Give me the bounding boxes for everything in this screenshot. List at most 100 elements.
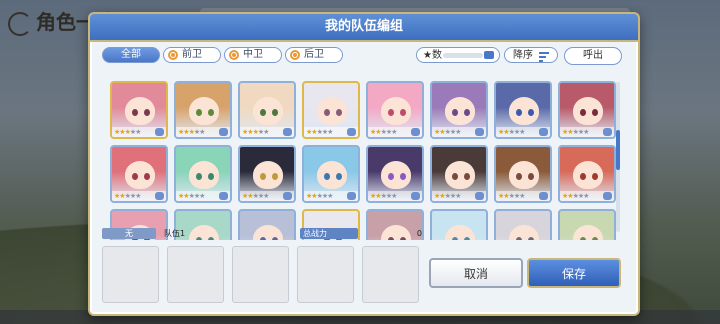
sort-dropdown[interactable]: ★数 — [416, 47, 500, 63]
star-icon: ★ — [135, 192, 141, 200]
party-info-bar: 无 队伍1 总战力 0 — [102, 228, 424, 239]
character-card[interactable]: ★★★★★ — [238, 145, 296, 203]
portrait-eye — [272, 109, 278, 116]
character-portrait — [381, 161, 411, 189]
tab-vanguard-label: 前卫 — [182, 49, 202, 60]
portrait-eye — [400, 109, 406, 116]
character-portrait — [125, 161, 155, 189]
portrait-eye — [388, 173, 394, 180]
portrait-eye — [516, 109, 522, 116]
portrait-eye — [580, 173, 586, 180]
star-icon: ★ — [583, 128, 589, 136]
save-button[interactable]: 保存 — [527, 258, 621, 288]
portrait-eye — [516, 237, 522, 240]
list-scrollbar[interactable] — [616, 82, 620, 232]
character-card[interactable]: ★★★★★ — [430, 209, 488, 240]
star-icon: ★ — [263, 192, 269, 200]
portrait-eye — [132, 173, 138, 180]
party-tag: 无 — [102, 228, 156, 239]
portrait-eye — [580, 237, 586, 240]
rank-badge-icon — [475, 128, 484, 136]
portrait-eye — [464, 109, 470, 116]
portrait-eye — [388, 109, 394, 116]
tab-rearguard[interactable]: 后卫 — [285, 47, 343, 63]
character-portrait — [573, 225, 603, 240]
character-portrait — [189, 161, 219, 189]
character-card[interactable]: ★★★★★ — [110, 81, 168, 139]
portrait-eye — [324, 173, 330, 180]
tab-rearguard-label: 后卫 — [304, 49, 324, 60]
character-portrait — [445, 161, 475, 189]
total-power-label: 总战力 — [300, 228, 358, 239]
party-slot[interactable] — [102, 246, 159, 303]
character-card[interactable]: ★★★★★ — [366, 81, 424, 139]
rank-badge-icon — [283, 128, 292, 136]
position-ring-icon — [290, 50, 300, 60]
star-icon: ★ — [583, 192, 589, 200]
character-card[interactable]: ★★★★★ — [174, 81, 232, 139]
character-card[interactable]: ★★★★★ — [558, 145, 616, 203]
party-slot[interactable] — [167, 246, 224, 303]
rank-badge-icon — [603, 192, 612, 200]
party-slot[interactable] — [297, 246, 354, 303]
position-ring-icon — [168, 50, 178, 60]
star-icon: ★ — [519, 192, 525, 200]
character-card[interactable]: ★★★★★ — [558, 209, 616, 240]
tab-midguard[interactable]: 中卫 — [224, 47, 282, 63]
character-card[interactable]: ★★★★★ — [430, 81, 488, 139]
rank-badge-icon — [219, 192, 228, 200]
call-button[interactable]: 呼出 — [564, 47, 622, 65]
rank-badge-icon — [539, 128, 548, 136]
party-slot[interactable] — [362, 246, 419, 303]
character-portrait — [445, 225, 475, 240]
character-list[interactable]: ★★★★★ ★★★★★ ★★★★★ ★★★★★ ★★★★★ ★★★★★ ★★★★★ ★★★★★… — [102, 70, 622, 240]
character-card[interactable]: ★★★★★ — [110, 145, 168, 203]
position-ring-icon — [229, 50, 239, 60]
dropdown-icon — [484, 51, 494, 59]
character-card[interactable]: ★★★★★ — [558, 81, 616, 139]
portrait-eye — [464, 173, 470, 180]
tab-all[interactable]: 全部 — [102, 47, 160, 63]
portrait-eye — [132, 109, 138, 116]
star-icon: ★ — [455, 192, 461, 200]
star-icon: ★ — [455, 128, 461, 136]
character-card[interactable]: ★★★★★ — [302, 81, 360, 139]
scrollbar-thumb[interactable] — [616, 130, 620, 170]
tab-vanguard[interactable]: 前卫 — [163, 47, 221, 63]
portrait-eye — [592, 109, 598, 116]
portrait-eye — [272, 173, 278, 180]
portrait-eye — [528, 237, 534, 240]
filter-bar: 全部 前卫 中卫 后卫 ★数 降序 呼出 — [102, 47, 626, 65]
portrait-eye — [208, 173, 214, 180]
character-card[interactable]: ★★★★★ — [302, 145, 360, 203]
character-card[interactable]: ★★★★★ — [238, 81, 296, 139]
portrait-eye — [208, 109, 214, 116]
portrait-eye — [260, 173, 266, 180]
portrait-eye — [464, 237, 470, 240]
rank-badge-icon — [411, 192, 420, 200]
character-card[interactable]: ★★★★★ — [494, 209, 552, 240]
character-card[interactable]: ★★★★★ — [494, 81, 552, 139]
character-portrait — [253, 161, 283, 189]
star-icon: ★ — [263, 128, 269, 136]
rank-badge-icon — [475, 192, 484, 200]
party-slots — [102, 246, 419, 303]
character-card[interactable]: ★★★★★ — [366, 145, 424, 203]
portrait-eye — [580, 109, 586, 116]
portrait-eye — [336, 173, 342, 180]
character-portrait — [317, 97, 347, 125]
rank-badge-icon — [283, 192, 292, 200]
character-portrait — [509, 97, 539, 125]
star-icon: ★ — [391, 128, 397, 136]
portrait-eye — [452, 173, 458, 180]
party-slot[interactable] — [232, 246, 289, 303]
character-card[interactable]: ★★★★★ — [430, 145, 488, 203]
character-card[interactable]: ★★★★★ — [494, 145, 552, 203]
character-card[interactable]: ★★★★★ — [174, 145, 232, 203]
portrait-eye — [592, 237, 598, 240]
rank-badge-icon — [219, 128, 228, 136]
cancel-button[interactable]: 取消 — [429, 258, 523, 288]
order-button[interactable]: 降序 — [504, 47, 558, 63]
call-label: 呼出 — [583, 50, 603, 61]
tab-all-label: 全部 — [121, 49, 141, 60]
